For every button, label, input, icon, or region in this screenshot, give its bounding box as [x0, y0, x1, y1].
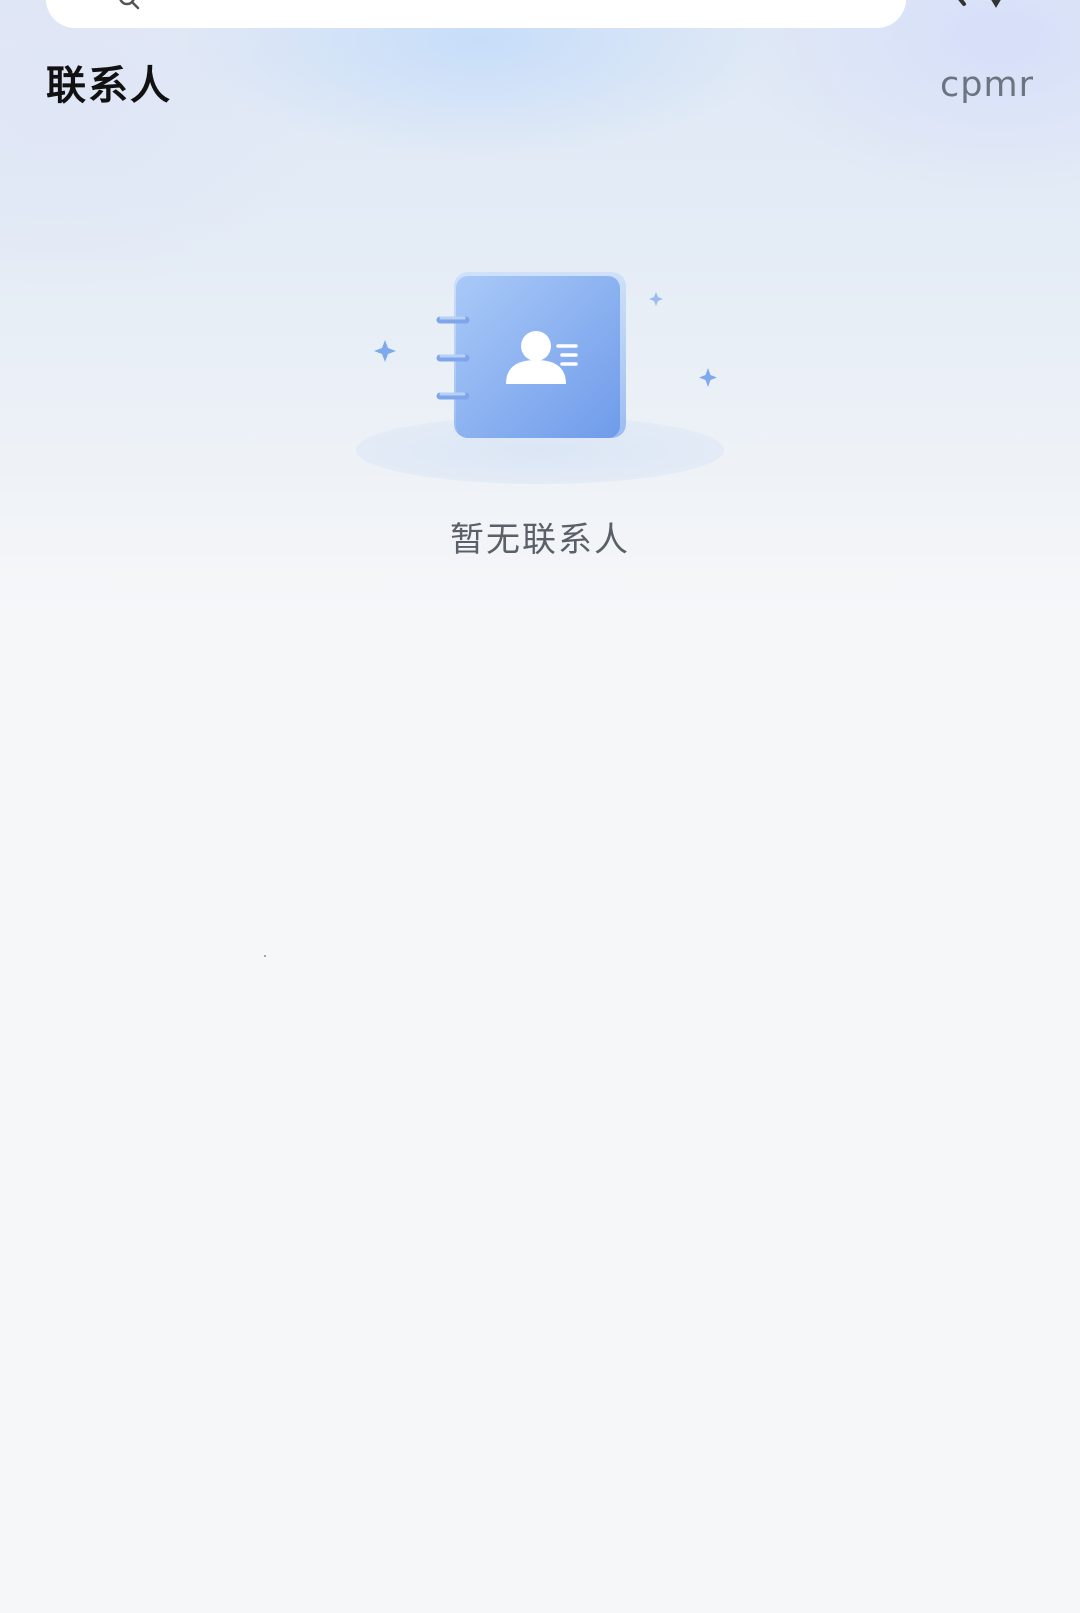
search-icon[interactable]: [118, 0, 140, 10]
screen-speck: [264, 955, 266, 957]
page-title: 联系人: [46, 63, 172, 109]
search-input[interactable]: [46, 0, 906, 28]
add-contact-icon[interactable]: [950, 0, 1030, 8]
header-action-link[interactable]: cpmr: [940, 62, 1034, 108]
empty-state-message: 暂无联系人: [450, 520, 630, 560]
contact-book-icon: [356, 272, 724, 484]
